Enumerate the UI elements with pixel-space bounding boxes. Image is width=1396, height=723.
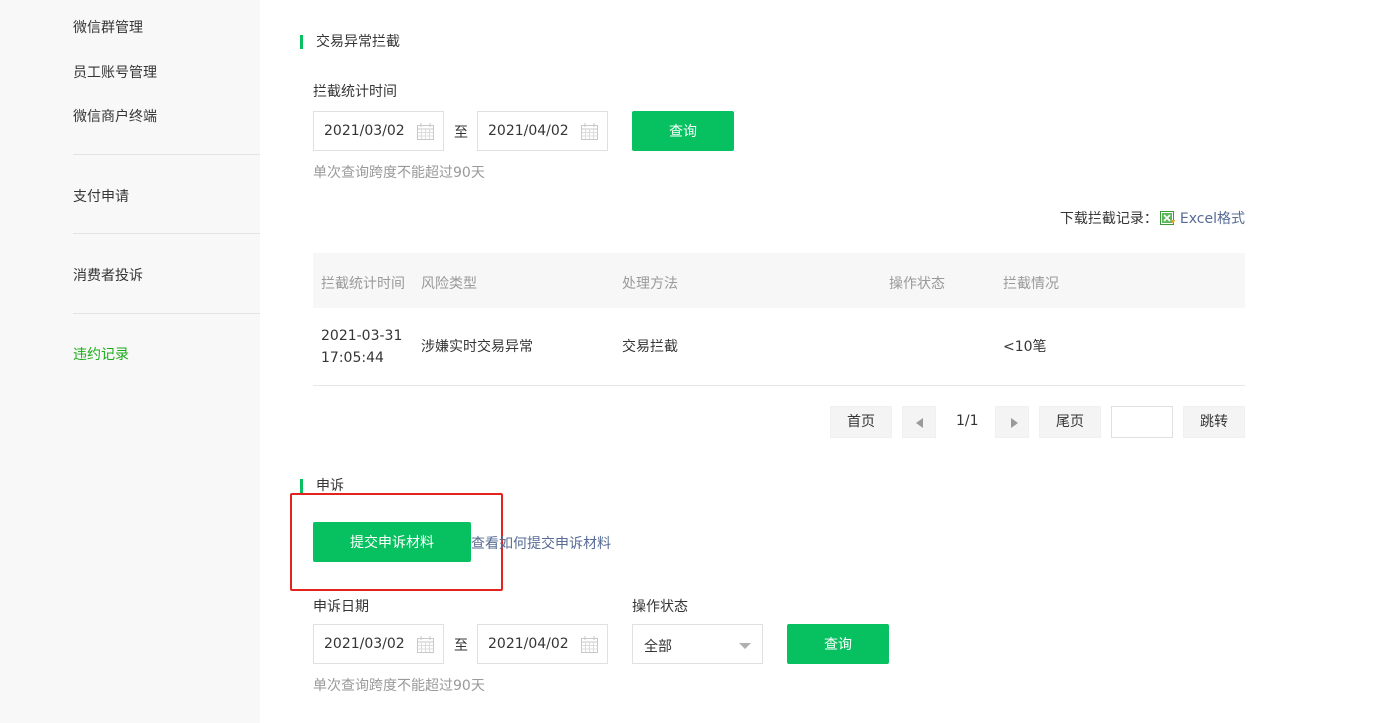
intercept-query-button[interactable]: 查询 [632, 111, 734, 151]
cell-method: 交易拦截 [622, 339, 678, 355]
calendar-icon[interactable] [581, 123, 598, 140]
calendar-icon[interactable] [581, 636, 598, 653]
sidebar: 微信群管理 员工账号管理 微信商户终端 支付申请 消费者投诉 违约记录 [0, 0, 260, 723]
date-range-separator: 至 [454, 125, 468, 141]
date-range-separator: 至 [454, 638, 468, 654]
appeal-status-label: 操作状态 [632, 599, 688, 615]
calendar-icon[interactable] [417, 123, 434, 140]
next-page-button[interactable] [995, 406, 1029, 438]
prev-page-button[interactable] [902, 406, 936, 438]
jump-button[interactable]: 跳转 [1183, 406, 1245, 438]
sidebar-item-merchant-terminals[interactable]: 微信商户终端 [73, 106, 157, 126]
appeal-range-hint: 单次查询跨度不能超过90天 [313, 678, 485, 694]
chevron-left-icon [916, 418, 923, 428]
column-header-result: 拦截情况 [1003, 276, 1059, 292]
appeal-start-date-input[interactable]: 2021/03/02 [313, 624, 444, 664]
table-header: 拦截统计时间 风险类型 处理方法 操作状态 拦截情况 [313, 253, 1245, 308]
column-header-time: 拦截统计时间 [321, 276, 405, 292]
sidebar-divider [73, 313, 260, 314]
appeal-date-label: 申诉日期 [313, 599, 369, 615]
download-records: 下载拦截记录： Excel格式 [1060, 208, 1245, 228]
sidebar-divider [73, 233, 260, 234]
intercept-table: 拦截统计时间 风险类型 处理方法 操作状态 拦截情况 2021-03-31 17… [313, 253, 1245, 386]
appeal-end-date-input[interactable]: 2021/04/02 [477, 624, 608, 664]
intercept-time-label: 拦截统计时间 [313, 84, 397, 100]
excel-download-link[interactable]: Excel格式 [1180, 208, 1245, 228]
first-page-button[interactable]: 首页 [830, 406, 892, 438]
sidebar-item-payment-application[interactable]: 支付申请 [73, 186, 129, 206]
submit-appeal-button[interactable]: 提交申诉材料 [313, 522, 471, 562]
sidebar-item-wechat-groups[interactable]: 微信群管理 [73, 17, 143, 37]
end-date-value: 2021/04/02 [488, 636, 569, 652]
jump-page-input[interactable] [1111, 406, 1173, 438]
section-title-intercept: 交易异常拦截 [300, 35, 400, 49]
sidebar-item-staff-accounts[interactable]: 员工账号管理 [73, 62, 157, 82]
appeal-status-select[interactable]: 全部 [632, 624, 763, 664]
column-header-risk-type: 风险类型 [421, 276, 477, 292]
status-select-value: 全部 [644, 639, 672, 655]
chevron-down-icon [739, 643, 751, 649]
start-date-value: 2021/03/02 [324, 123, 405, 139]
intercept-end-date-input[interactable]: 2021/04/02 [477, 111, 608, 151]
column-header-status: 操作状态 [889, 276, 945, 292]
intercept-range-hint: 单次查询跨度不能超过90天 [313, 165, 485, 181]
calendar-icon[interactable] [417, 636, 434, 653]
download-label: 下载拦截记录： [1059, 211, 1158, 227]
cell-time: 2021-03-31 17:05:44 [321, 328, 403, 366]
chevron-right-icon [1011, 418, 1018, 428]
start-date-value: 2021/03/02 [324, 636, 405, 652]
excel-icon [1159, 210, 1175, 225]
column-header-method: 处理方法 [622, 276, 678, 292]
table-row: 2021-03-31 17:05:44 涉嫌实时交易异常 交易拦截 <10笔 [313, 308, 1245, 386]
sidebar-item-violation-records[interactable]: 违约记录 [73, 344, 129, 364]
cell-result: <10笔 [1003, 339, 1047, 355]
appeal-query-button[interactable]: 查询 [787, 624, 889, 664]
end-date-value: 2021/04/02 [488, 123, 569, 139]
page-indicator: 1/1 [956, 413, 979, 429]
cell-risk-type: 涉嫌实时交易异常 [421, 339, 533, 355]
sidebar-divider [73, 154, 260, 155]
howto-appeal-link[interactable]: 查看如何提交申诉材料 [471, 533, 611, 553]
sidebar-item-consumer-complaints[interactable]: 消费者投诉 [73, 265, 143, 285]
section-title-appeal: 申诉 [300, 479, 344, 493]
last-page-button[interactable]: 尾页 [1039, 406, 1101, 438]
intercept-start-date-input[interactable]: 2021/03/02 [313, 111, 444, 151]
